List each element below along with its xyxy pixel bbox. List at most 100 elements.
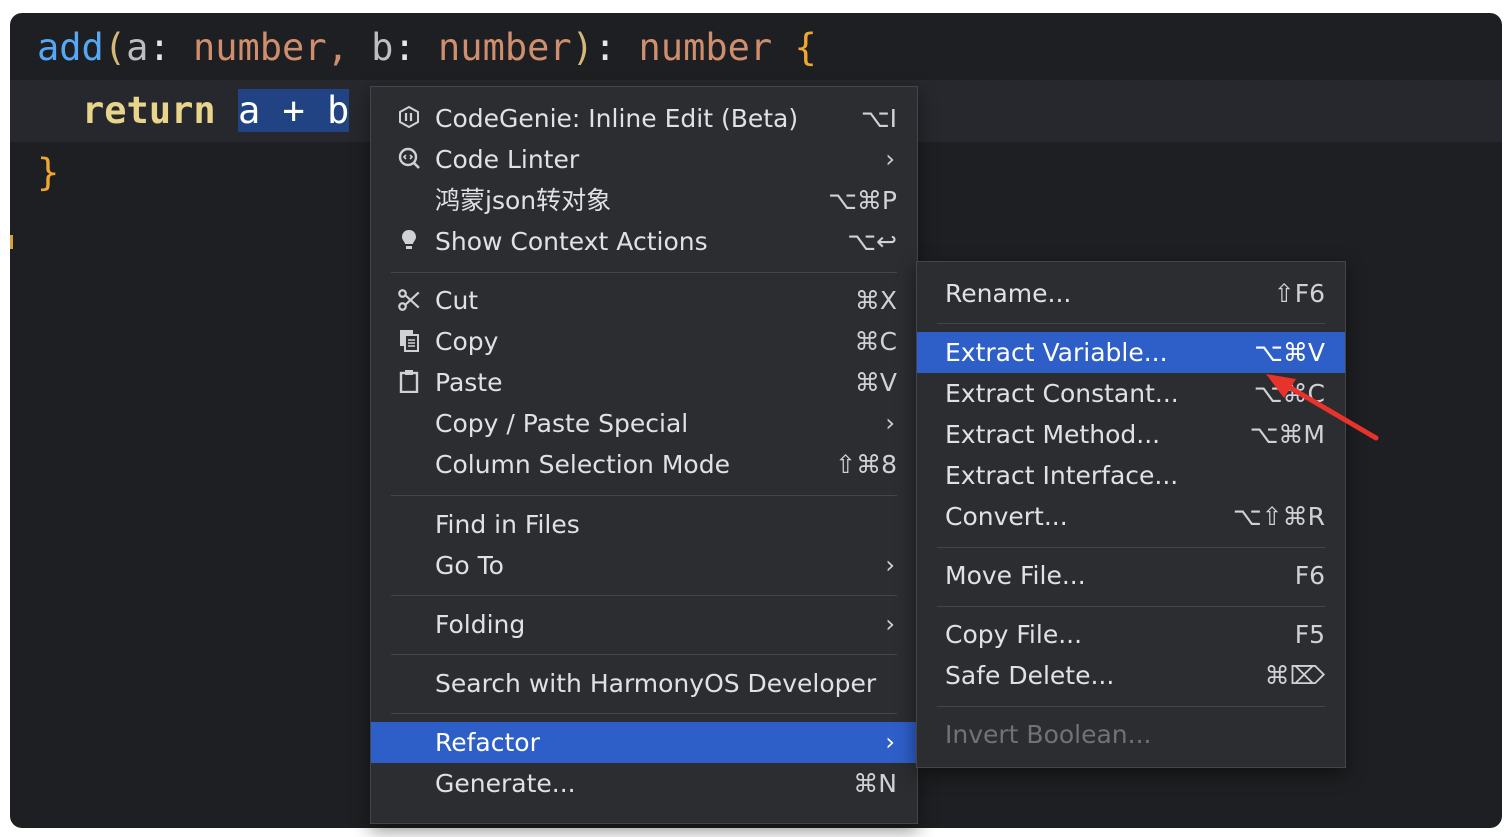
menu-item-label: Move File... xyxy=(945,561,1086,590)
shortcut-label: F6 xyxy=(1294,561,1325,590)
submenu-item-extract-constant[interactable]: Extract Constant... ⌥⌘C xyxy=(917,373,1345,414)
menu-item-label: Convert... xyxy=(945,502,1068,531)
submenu-item-convert[interactable]: Convert... ⌥⇧⌘R xyxy=(917,496,1345,537)
shortcut-label: ⌥⌘P xyxy=(828,186,897,215)
menu-item-harmony-json[interactable]: 鸿蒙json转对象 ⌥⌘P xyxy=(371,180,917,221)
close-brace: } xyxy=(37,151,60,194)
submenu-item-rename[interactable]: Rename... ⇧F6 xyxy=(917,273,1345,314)
code-linter-icon xyxy=(395,146,423,174)
menu-separator xyxy=(391,713,897,714)
menu-separator xyxy=(937,606,1325,607)
colon: : xyxy=(148,26,193,69)
context-menu: CodeGenie: Inline Edit (Beta) ⌥I Code Li… xyxy=(370,86,918,824)
menu-item-generate[interactable]: Generate... ⌘N xyxy=(371,763,917,804)
menu-separator xyxy=(937,323,1325,324)
chevron-right-icon: › xyxy=(885,610,895,638)
chevron-right-icon: › xyxy=(885,409,895,437)
menu-item-paste[interactable]: Paste ⌘V xyxy=(371,362,917,403)
menu-item-go-to[interactable]: Go To › xyxy=(371,545,917,586)
menu-item-codegenie[interactable]: CodeGenie: Inline Edit (Beta) ⌥I xyxy=(371,98,917,139)
menu-item-copy[interactable]: Copy ⌘C xyxy=(371,321,917,362)
menu-separator xyxy=(937,547,1325,548)
menu-separator xyxy=(391,495,897,496)
menu-item-label: Refactor xyxy=(435,728,540,757)
menu-item-label: Copy xyxy=(435,327,499,356)
param-b: b xyxy=(371,26,394,69)
menu-item-label: Cut xyxy=(435,286,479,315)
shortcut-label: ⌘X xyxy=(854,286,897,315)
submenu-item-safe-delete[interactable]: Safe Delete... ⌘⌦ xyxy=(917,655,1345,696)
shortcut-label: ⌥I xyxy=(860,104,897,133)
menu-item-show-context-actions[interactable]: Show Context Actions ⌥↩ xyxy=(371,221,917,262)
return-keyword: return xyxy=(82,89,216,132)
menu-item-label: Paste xyxy=(435,368,503,397)
menu-item-label: Extract Constant... xyxy=(945,379,1179,408)
menu-item-label: Find in Files xyxy=(435,510,580,539)
open-brace: { xyxy=(794,26,817,69)
menu-item-find-in-files[interactable]: Find in Files xyxy=(371,504,917,545)
codegenie-icon xyxy=(395,105,423,133)
clipboard-icon xyxy=(395,369,423,397)
type-annotation: number xyxy=(192,26,327,69)
submenu-item-extract-method[interactable]: Extract Method... ⌥⌘M xyxy=(917,414,1345,455)
menu-item-label: 鸿蒙json转对象 xyxy=(435,186,612,215)
menu-item-label: Column Selection Mode xyxy=(435,450,730,479)
refactor-submenu: Rename... ⇧F6 Extract Variable... ⌥⌘V Ex… xyxy=(916,261,1346,768)
submenu-item-copy-file[interactable]: Copy File... F5 xyxy=(917,614,1345,655)
menu-item-label: Rename... xyxy=(945,279,1072,308)
submenu-item-move-file[interactable]: Move File... F6 xyxy=(917,555,1345,596)
shortcut-label: ⌥⌘C xyxy=(1253,379,1325,408)
menu-item-label: Invert Boolean... xyxy=(945,720,1152,749)
menu-item-column-selection-mode[interactable]: Column Selection Mode ⇧⌘8 xyxy=(371,444,917,485)
function-name: add xyxy=(37,26,104,69)
code-line-1[interactable]: add(a: number, b: number): number { xyxy=(10,17,1502,79)
colon: : xyxy=(593,26,639,69)
shortcut-label: ⌥⌘V xyxy=(1254,338,1325,367)
menu-separator xyxy=(391,272,897,273)
shortcut-label: ⌘V xyxy=(854,368,897,397)
menu-item-label: Show Context Actions xyxy=(435,227,708,256)
lightbulb-icon xyxy=(395,228,423,256)
menu-item-label: Extract Interface... xyxy=(945,461,1179,490)
submenu-item-extract-variable[interactable]: Extract Variable... ⌥⌘V xyxy=(917,332,1345,373)
shortcut-label: ⌘⌦ xyxy=(1264,661,1325,690)
param-a: a xyxy=(126,26,149,69)
menu-item-label: Search with HarmonyOS Developer xyxy=(435,669,877,698)
menu-item-label: CodeGenie: Inline Edit (Beta) xyxy=(435,104,799,133)
selected-expression[interactable]: a + b xyxy=(237,89,350,132)
shortcut-label: ⌘N xyxy=(853,769,897,798)
comma: , xyxy=(326,26,349,69)
gutter-change-marker xyxy=(10,235,13,249)
open-paren: ( xyxy=(103,26,127,69)
menu-item-label: Code Linter xyxy=(435,145,580,174)
chevron-right-icon: › xyxy=(885,551,895,579)
return-type: number xyxy=(638,26,773,69)
type-annotation: number xyxy=(438,26,572,69)
menu-item-refactor[interactable]: Refactor › xyxy=(371,722,917,763)
menu-separator xyxy=(937,706,1325,707)
colon: : xyxy=(393,26,439,69)
menu-item-label: Safe Delete... xyxy=(945,661,1115,690)
menu-item-folding[interactable]: Folding › xyxy=(371,604,917,645)
shortcut-label: ⌥⌘M xyxy=(1249,420,1325,449)
menu-item-code-linter[interactable]: Code Linter › xyxy=(371,139,917,180)
menu-item-label: Copy / Paste Special xyxy=(435,409,689,438)
close-paren: ) xyxy=(571,26,594,69)
chevron-right-icon: › xyxy=(885,728,895,756)
submenu-item-extract-interface[interactable]: Extract Interface... xyxy=(917,455,1345,496)
menu-separator xyxy=(391,595,897,596)
menu-item-cut[interactable]: Cut ⌘X xyxy=(371,280,917,321)
shortcut-label: ⌘C xyxy=(854,327,897,356)
menu-item-search-harmonyos[interactable]: Search with HarmonyOS Developer xyxy=(371,663,917,704)
menu-item-copy-paste-special[interactable]: Copy / Paste Special › xyxy=(371,403,917,444)
menu-separator xyxy=(391,654,897,655)
shortcut-label: F5 xyxy=(1294,620,1325,649)
menu-item-label: Copy File... xyxy=(945,620,1083,649)
shortcut-label: ⌥↩ xyxy=(847,227,897,256)
menu-item-label: Go To xyxy=(435,551,504,580)
menu-item-label: Extract Method... xyxy=(945,420,1161,449)
shortcut-label: ⇧⌘8 xyxy=(835,450,897,479)
scissors-icon xyxy=(395,287,423,315)
